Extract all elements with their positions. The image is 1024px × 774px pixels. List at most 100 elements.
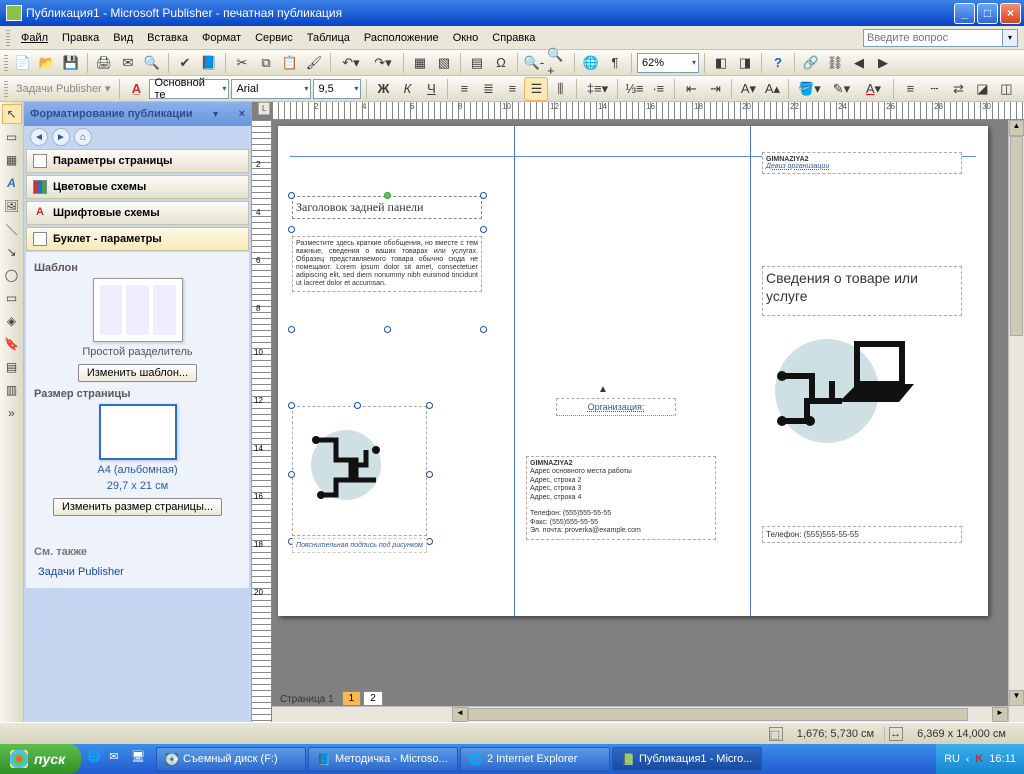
zoom-in-icon[interactable]: 🔍+ bbox=[547, 52, 569, 74]
table-tool-icon[interactable]: ▦ bbox=[2, 150, 22, 170]
bold-icon[interactable]: Ж bbox=[372, 78, 394, 100]
taskbar-item-publisher[interactable]: 📗 Публикация1 - Micro... bbox=[612, 747, 762, 771]
quicklaunch-ie-icon[interactable]: 🌐 bbox=[87, 750, 105, 768]
design-gallery-icon[interactable]: ▤ bbox=[2, 357, 22, 377]
back-heading-textbox[interactable]: Заголовок задней панели bbox=[292, 196, 482, 219]
zoom-combo[interactable]: 62%▾ bbox=[637, 53, 699, 73]
front-heading-textbox[interactable]: Сведения о товаре или услуге bbox=[762, 266, 962, 316]
format-painter-icon[interactable]: 🖌 bbox=[303, 52, 325, 74]
maximize-button[interactable]: □ bbox=[977, 3, 998, 24]
tray-clock[interactable]: 16:11 bbox=[989, 753, 1016, 765]
navigation2-icon[interactable]: ◨ bbox=[734, 52, 756, 74]
minimize-button[interactable]: _ bbox=[954, 3, 975, 24]
bookmark-tool-icon[interactable]: 🔖 bbox=[2, 334, 22, 354]
wordart-tool-icon[interactable]: A bbox=[2, 173, 22, 193]
style-combo[interactable]: Основной те▾ bbox=[149, 79, 229, 99]
rect-tool-icon[interactable]: ▭ bbox=[2, 288, 22, 308]
menu-edit[interactable]: Правка bbox=[55, 29, 106, 47]
3d-icon[interactable]: ◫ bbox=[995, 78, 1017, 100]
font-color-icon[interactable]: A▾ bbox=[858, 78, 888, 100]
bring-front-icon[interactable]: ▦ bbox=[409, 52, 431, 74]
tasks-publisher-link[interactable]: Задачи Publisher ▾ bbox=[12, 82, 114, 95]
menu-table[interactable]: Таблица bbox=[300, 29, 357, 47]
taskbar-item-removable[interactable]: 💽 Съемный диск (F:) bbox=[156, 747, 306, 771]
numbering-icon[interactable]: ⅓≡ bbox=[623, 78, 645, 100]
taskpane-forward-icon[interactable]: ► bbox=[52, 128, 70, 146]
arrow-tool-icon[interactable]: ↘ bbox=[2, 242, 22, 262]
help-search-input[interactable] bbox=[863, 29, 1003, 47]
vertical-scrollbar[interactable]: ▲▼ bbox=[1008, 120, 1024, 722]
back-body-textbox[interactable]: Разместите здесь краткие обобщения, но в… bbox=[292, 236, 482, 292]
acc-page-options[interactable]: Параметры страницы bbox=[26, 149, 249, 173]
org-label-textbox[interactable]: Организация: bbox=[556, 398, 676, 416]
see-also-link[interactable]: Задачи Publisher bbox=[34, 562, 241, 582]
font-size-combo[interactable]: 9,5▾ bbox=[313, 79, 361, 99]
line-color-icon[interactable]: ✎▾ bbox=[826, 78, 856, 100]
prev-link-icon[interactable]: ◀ bbox=[848, 52, 870, 74]
language-indicator[interactable]: RU bbox=[944, 753, 960, 765]
new-icon[interactable]: 📄 bbox=[12, 52, 34, 74]
front-image[interactable] bbox=[762, 326, 932, 446]
acc-color-schemes[interactable]: Цветовые схемы bbox=[26, 175, 249, 199]
line-spacing-icon[interactable]: ‡≡▾ bbox=[582, 78, 612, 100]
arrow-style-icon[interactable]: ⇄ bbox=[947, 78, 969, 100]
front-org-textbox[interactable]: GIMNAZIYA2 Девиз организации bbox=[762, 152, 962, 174]
menu-view[interactable]: Вид bbox=[106, 29, 140, 47]
italic-icon[interactable]: К bbox=[396, 78, 418, 100]
send-back-icon[interactable]: ▧ bbox=[433, 52, 455, 74]
columns-icon[interactable]: ▤ bbox=[466, 52, 488, 74]
tray-antivirus-icon[interactable]: K bbox=[975, 753, 983, 765]
menu-arrange[interactable]: Расположение bbox=[357, 29, 446, 47]
template-thumbnail[interactable] bbox=[93, 278, 183, 342]
taskpane-close-icon[interactable]: × bbox=[239, 108, 245, 120]
zoom-out-icon[interactable]: 🔍- bbox=[523, 52, 545, 74]
next-link-icon[interactable]: ▶ bbox=[872, 52, 894, 74]
undo-icon[interactable]: ↶▾ bbox=[336, 52, 366, 74]
decrease-indent-icon[interactable]: ⇤ bbox=[680, 78, 702, 100]
close-button[interactable]: × bbox=[1000, 3, 1021, 24]
help-icon[interactable]: ? bbox=[767, 52, 789, 74]
horizontal-ruler[interactable]: L 24681012141618202224262830 bbox=[272, 102, 1024, 120]
help-search-dropdown[interactable]: ▾ bbox=[1003, 29, 1018, 47]
picture-frame-icon[interactable]: 🖼 bbox=[2, 196, 22, 216]
expand-tools-icon[interactable]: » bbox=[2, 403, 22, 423]
taskpane-dropdown-icon[interactable]: ▼ bbox=[207, 109, 224, 119]
front-phone-textbox[interactable]: Телефон: (555)555-55-55 bbox=[762, 526, 962, 543]
change-page-size-button[interactable]: Изменить размер страницы... bbox=[53, 498, 222, 516]
unlink-icon[interactable]: ⛓ bbox=[824, 52, 846, 74]
menu-format[interactable]: Формат bbox=[195, 29, 248, 47]
line-style-icon[interactable]: ≡ bbox=[899, 78, 921, 100]
cut-icon[interactable]: ✂ bbox=[231, 52, 253, 74]
menu-tools[interactable]: Сервис bbox=[248, 29, 300, 47]
menu-insert[interactable]: Вставка bbox=[140, 29, 195, 47]
menu-help[interactable]: Справка bbox=[485, 29, 542, 47]
vertical-ruler[interactable]: 2 4 6 8 10 12 14 16 18 20 bbox=[252, 120, 272, 722]
justify-icon[interactable]: ☰ bbox=[525, 78, 547, 100]
spelling-icon[interactable]: ✔ bbox=[174, 52, 196, 74]
open-icon[interactable]: 📂 bbox=[36, 52, 58, 74]
publication-page[interactable]: Заголовок задней панели Разместите здесь… bbox=[278, 126, 988, 616]
oval-tool-icon[interactable]: ◯ bbox=[2, 265, 22, 285]
save-icon[interactable]: 💾 bbox=[60, 52, 82, 74]
menu-window[interactable]: Окно bbox=[446, 29, 486, 47]
styles-icon[interactable]: A̲ bbox=[125, 78, 147, 100]
taskpane-back-icon[interactable]: ◄ bbox=[30, 128, 48, 146]
increase-indent-icon[interactable]: ⇥ bbox=[704, 78, 726, 100]
quicklaunch-mail-icon[interactable]: ✉ bbox=[109, 750, 127, 768]
change-template-button[interactable]: Изменить шаблон... bbox=[78, 364, 197, 382]
redo-icon[interactable]: ↷▾ bbox=[368, 52, 398, 74]
align-left-icon[interactable]: ≡ bbox=[453, 78, 475, 100]
page-tab-2[interactable]: 2 bbox=[363, 691, 383, 706]
underline-icon[interactable]: Ч bbox=[420, 78, 442, 100]
page-size-thumbnail[interactable] bbox=[99, 404, 177, 460]
grip-icon[interactable] bbox=[4, 81, 8, 97]
taskbar-item-ie[interactable]: 🌐 2 Internet Explorer bbox=[460, 747, 610, 771]
acc-font-schemes[interactable]: AШрифтовые схемы bbox=[26, 201, 249, 225]
research-icon[interactable]: 📘 bbox=[198, 52, 220, 74]
textbox-tool-icon[interactable]: ▭ bbox=[2, 127, 22, 147]
grip-icon[interactable] bbox=[4, 55, 8, 71]
paste-icon[interactable]: 📋 bbox=[279, 52, 301, 74]
back-image-placeholder[interactable] bbox=[292, 406, 427, 536]
fill-color-icon[interactable]: 🪣▾ bbox=[794, 78, 824, 100]
web-preview-icon[interactable]: 🌐 bbox=[580, 52, 602, 74]
